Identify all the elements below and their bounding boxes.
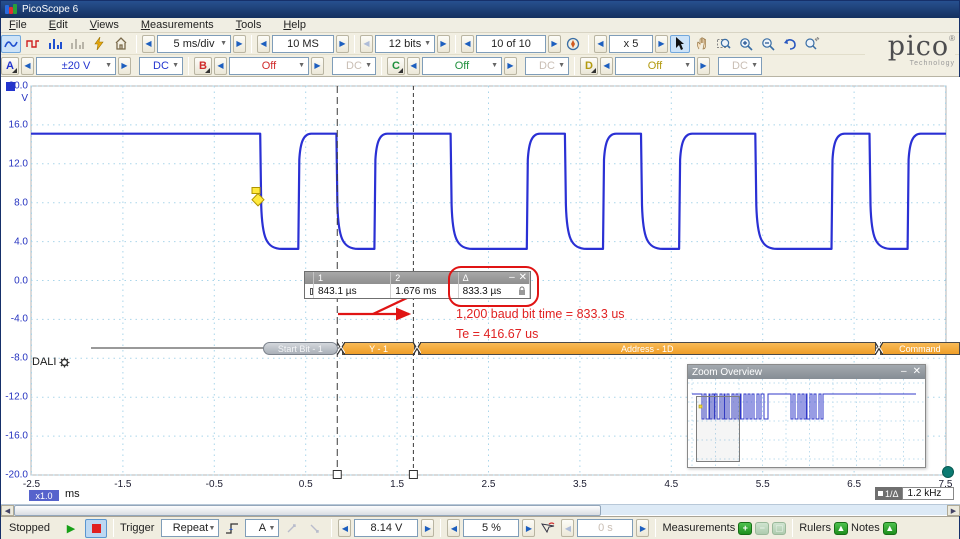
stop-capture-button[interactable]	[85, 519, 107, 538]
x-axis-unit: ms	[65, 488, 80, 500]
edit-measurement-button[interactable]: −	[755, 522, 769, 535]
post-trigger-down-button[interactable]: ◀	[561, 519, 574, 537]
post-trigger-input[interactable]: 0 s	[577, 519, 633, 537]
trigger-level-down-button[interactable]: ◀	[338, 519, 351, 537]
delete-measurement-button[interactable]: ▢	[772, 522, 786, 535]
trigger-mode-value: Repeat	[173, 522, 208, 534]
frequency-legend-value: 1.2 kHz	[902, 487, 954, 500]
y-tick-label: -12.0	[1, 392, 28, 403]
trigger-marker-right-icon[interactable]	[305, 519, 325, 537]
zoom-overview-titlebar[interactable]: Zoom Overview –✕	[688, 365, 925, 379]
decode-segment[interactable]: Start Bit - 1	[263, 342, 338, 355]
ruler1-value: 843.1 µs	[314, 284, 391, 298]
decode-junction-icon	[337, 342, 345, 358]
x-tick-label: -1.5	[101, 479, 145, 490]
y-tick-label: -8.0	[1, 353, 28, 364]
y-axis-unit: V	[1, 93, 28, 104]
scope-plot-area[interactable]: 20.0 16.0 12.0 8.0 4.0 0.0 -4.0 -8.0 -12.0 -16.0 -…	[1, 77, 960, 516]
add-measurement-button[interactable]: +	[738, 522, 752, 535]
x-tick-label: 4.5	[649, 479, 693, 490]
trigger-source-value: A	[259, 522, 266, 534]
measurements-label: Measurements	[662, 522, 735, 534]
trigger-arrow-tool-icon[interactable]	[538, 519, 558, 537]
cursor-2-handle[interactable]	[409, 471, 417, 479]
x-tick-label: 6.5	[832, 479, 876, 490]
pretrigger-input[interactable]: 5 %	[463, 519, 519, 537]
zoom-overview-window[interactable]: Zoom Overview –✕	[687, 364, 926, 468]
cursor-1-handle[interactable]	[333, 471, 341, 479]
annotation-line1: 1,200 baud bit time = 833.3 us	[456, 307, 625, 321]
decode-segment[interactable]: Address - 1D	[418, 342, 876, 355]
zoom-overview-minimize-button[interactable]: –	[901, 366, 907, 378]
pretrigger-down-button[interactable]: ◀	[447, 519, 460, 537]
y-tick-label: -4.0	[1, 314, 28, 325]
delta-highlight-circle	[448, 266, 539, 307]
trigger-label: Trigger	[120, 522, 154, 534]
zoom-overview-title: Zoom Overview	[692, 367, 762, 378]
ruler-phase-checkbox[interactable]	[310, 288, 313, 295]
trigger-level-value: 8.14 V	[371, 522, 403, 534]
frequency-legend-label: 1/Δ	[875, 487, 902, 500]
zoom-overview-close-button[interactable]: ✕	[913, 366, 921, 378]
x-tick-label: 0.5	[284, 479, 328, 490]
y-tick-label: 12.0	[1, 158, 28, 169]
trigger-level-up-button[interactable]: ▶	[421, 519, 434, 537]
decode-settings-gear-icon[interactable]	[59, 357, 70, 368]
scroll-right-button[interactable]: ▶	[947, 505, 960, 516]
annotation-line2: Te = 416.67 us	[456, 327, 538, 341]
logo-subtext: Technology	[865, 60, 955, 67]
notes-toggle-button[interactable]: ▲	[883, 522, 897, 535]
x-tick-label: -2.5	[10, 479, 54, 490]
post-trigger-value: 0 s	[598, 522, 613, 534]
trigger-edge-button[interactable]	[222, 519, 242, 537]
pretrigger-up-button[interactable]: ▶	[522, 519, 535, 537]
decode-protocol-label[interactable]: DALI	[32, 356, 70, 368]
trigger-level-input[interactable]: 8.14 V	[354, 519, 418, 537]
y-tick-label: 20.0	[1, 81, 28, 92]
trigger-marker-left-icon[interactable]	[282, 519, 302, 537]
x-tick-label: 2.5	[467, 479, 511, 490]
decode-segment[interactable]: Command	[880, 342, 960, 355]
ruler1-header: 1	[314, 272, 391, 284]
rulers-label: Rulers	[799, 522, 831, 534]
y-tick-label: 0.0	[1, 275, 28, 286]
horizontal-scrollbar[interactable]: ◀ ▶	[1, 504, 960, 515]
x-tick-label: 1.5	[375, 479, 419, 490]
rulers-toggle-button[interactable]: ▲	[834, 522, 848, 535]
y-tick-label: 8.0	[1, 197, 28, 208]
ruler-legend-grip[interactable]	[305, 272, 314, 284]
y-tick-label: -16.0	[1, 431, 28, 442]
start-capture-button[interactable]: ▶	[60, 519, 82, 538]
decode-junction-icon	[413, 342, 421, 358]
x-axis-scale-badge[interactable]: x1.0	[29, 490, 59, 501]
y-tick-label: 16.0	[1, 119, 28, 130]
post-trigger-up-button[interactable]: ▶	[636, 519, 649, 537]
trigger-mode-select[interactable]: Repeat▼	[161, 519, 219, 537]
picoscope-window: PicoScope 6 FileEditViewsMeasurementsToo…	[0, 0, 960, 539]
pretrigger-value: 5 %	[482, 522, 501, 534]
x-tick-label: 3.5	[558, 479, 602, 490]
capture-state-label: Stopped	[9, 522, 57, 534]
zoom-region-rectangle[interactable]	[696, 396, 740, 462]
y-tick-label: 4.0	[1, 236, 28, 247]
frequency-legend[interactable]: 1/Δ 1.2 kHz	[875, 487, 954, 500]
decode-junction-icon	[875, 342, 883, 358]
buffer-end-marker[interactable]	[943, 467, 954, 478]
x-tick-label: 5.5	[741, 479, 785, 490]
logo-text: pico	[888, 31, 949, 62]
status-bar: Stopped ▶ Trigger Repeat▼ A▼ ◀ 8.14 V ▶ …	[1, 516, 959, 539]
notes-label: Notes	[851, 522, 880, 534]
x-tick-label: -0.5	[192, 479, 236, 490]
zoom-overview-body[interactable]	[688, 379, 925, 467]
trigger-source-select[interactable]: A▼	[245, 519, 279, 537]
pico-technology-logo: pico® Technology	[865, 34, 955, 74]
decode-segment[interactable]: Y - 1	[342, 342, 414, 355]
scroll-left-button[interactable]: ◀	[1, 505, 14, 516]
scrollbar-thumb[interactable]	[14, 505, 601, 516]
